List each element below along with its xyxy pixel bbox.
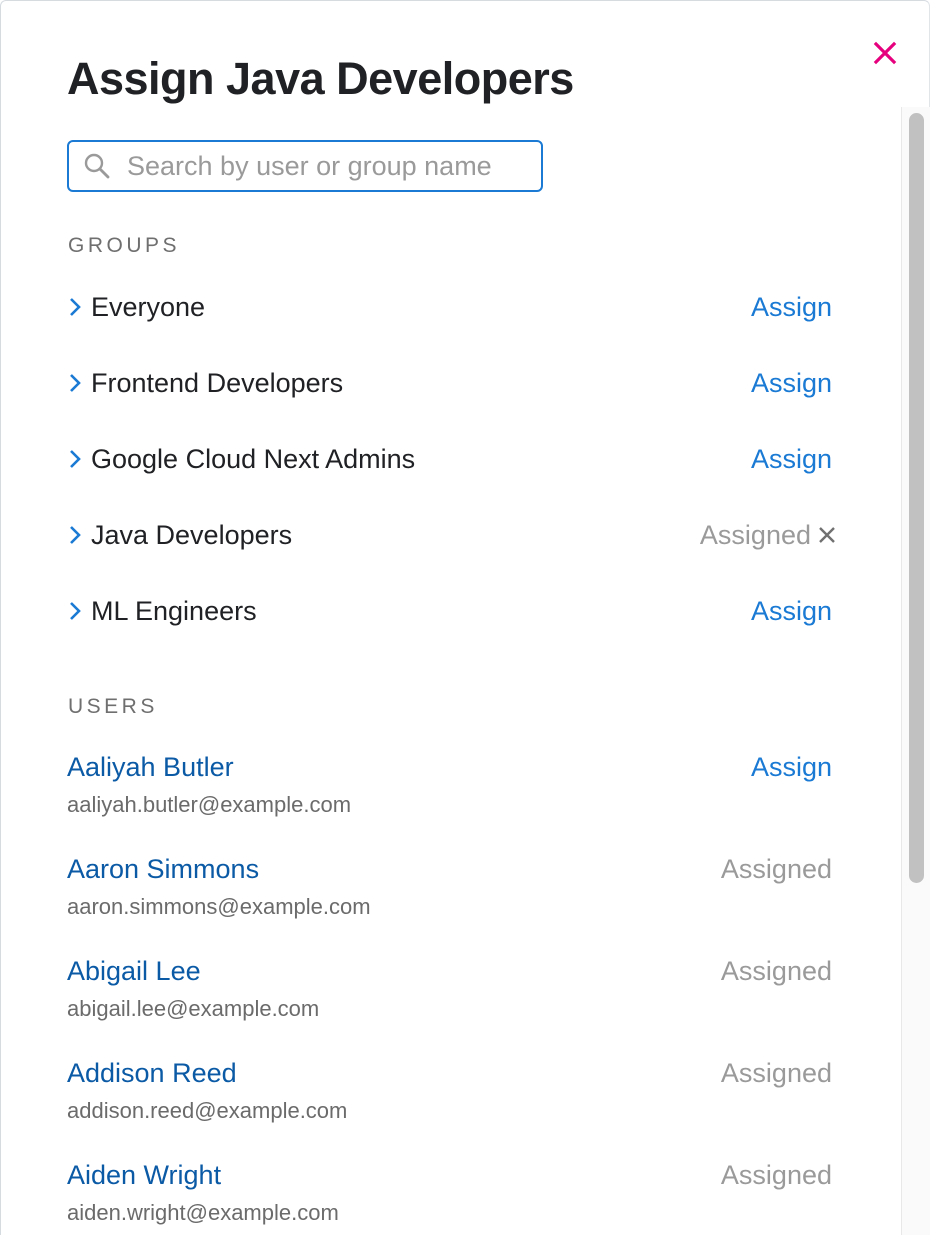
group-row: Java Developers Assigned xyxy=(67,515,837,555)
assigned-status: Assigned xyxy=(720,1058,832,1088)
group-row: ML Engineers Assign xyxy=(67,591,837,631)
user-name-link[interactable]: Aiden Wright xyxy=(67,1160,221,1191)
user-name-link[interactable]: Aaron Simmons xyxy=(67,854,259,885)
assign-button[interactable]: Assign xyxy=(751,292,832,323)
unassign-x-icon[interactable] xyxy=(817,525,837,545)
group-name: ML Engineers xyxy=(91,595,257,626)
user-row: Aiden Wright aiden.wright@example.com As… xyxy=(67,1160,837,1240)
user-email: aiden.wright@example.com xyxy=(67,1200,339,1225)
user-row: Addison Reed addison.reed@example.com As… xyxy=(67,1058,837,1138)
assigned-label: Assigned xyxy=(699,519,811,550)
user-name-link[interactable]: Addison Reed xyxy=(67,1058,237,1089)
close-button[interactable] xyxy=(869,37,901,69)
user-email: aaron.simmons@example.com xyxy=(67,894,371,919)
expand-chevron-button[interactable] xyxy=(67,297,83,317)
dialog-title: Assign Java Developers xyxy=(67,53,574,104)
user-email: abigail.lee@example.com xyxy=(67,996,320,1021)
user-name-link[interactable]: Abigail Lee xyxy=(67,956,201,987)
assign-button[interactable]: Assign xyxy=(751,596,832,627)
scrollbar[interactable] xyxy=(901,107,930,1235)
expand-chevron-button[interactable] xyxy=(67,601,83,621)
user-email: addison.reed@example.com xyxy=(67,1098,348,1123)
group-row: Frontend Developers Assign xyxy=(67,363,837,403)
assigned-status: Assigned xyxy=(720,854,832,884)
user-row: Abigail Lee abigail.lee@example.com Assi… xyxy=(67,956,837,1036)
search-field[interactable] xyxy=(67,140,543,192)
user-email: aaliyah.butler@example.com xyxy=(67,792,352,817)
assign-button[interactable]: Assign xyxy=(751,444,832,475)
group-name: Java Developers xyxy=(91,519,293,550)
user-row: Aaliyah Butler aaliyah.butler@example.co… xyxy=(67,752,837,832)
chevron-right-icon xyxy=(70,374,81,392)
users-section-label: USERS xyxy=(68,695,158,718)
group-row: Everyone Assign xyxy=(67,287,837,327)
group-name: Google Cloud Next Admins xyxy=(91,443,416,474)
scrollbar-thumb[interactable] xyxy=(909,113,924,883)
groups-section-label: GROUPS xyxy=(68,234,181,257)
chevron-right-icon xyxy=(70,602,81,620)
user-name-link[interactable]: Aaliyah Butler xyxy=(67,752,234,783)
chevron-right-icon xyxy=(70,298,81,316)
search-icon xyxy=(84,153,110,179)
user-row: Aaron Simmons aaron.simmons@example.com … xyxy=(67,854,837,934)
assign-button[interactable]: Assign xyxy=(751,368,832,399)
group-row: Google Cloud Next Admins Assign xyxy=(67,439,837,479)
expand-chevron-button[interactable] xyxy=(67,449,83,469)
assigned-status: Assigned xyxy=(700,520,837,551)
group-name: Everyone xyxy=(91,291,206,322)
expand-chevron-button[interactable] xyxy=(67,373,83,393)
assign-dialog: Assign Java Developers GROUPS Everyone A… xyxy=(0,0,930,1235)
chevron-right-icon xyxy=(70,526,81,544)
group-name: Frontend Developers xyxy=(91,367,344,398)
assign-button[interactable]: Assign xyxy=(751,752,832,783)
expand-chevron-button[interactable] xyxy=(67,525,83,545)
close-icon xyxy=(873,41,897,65)
chevron-right-icon xyxy=(70,450,81,468)
assigned-status: Assigned xyxy=(720,956,832,986)
assigned-status: Assigned xyxy=(720,1160,832,1190)
search-input[interactable] xyxy=(125,149,499,183)
